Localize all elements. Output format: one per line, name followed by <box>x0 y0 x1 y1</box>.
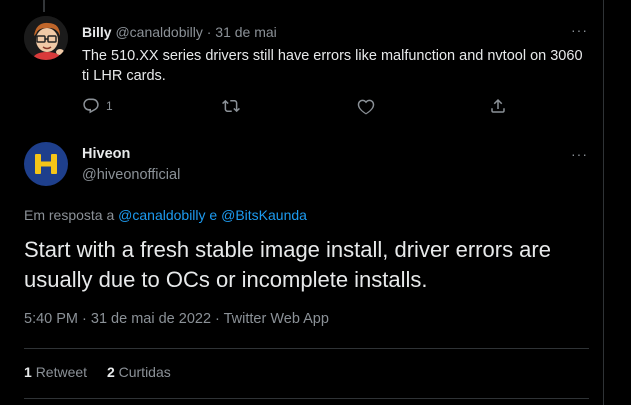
author-handle[interactable]: @canaldobilly <box>115 24 202 40</box>
retweet-count: 1 <box>24 364 32 380</box>
like-count: 2 <box>106 364 115 380</box>
reply-conjunction: e <box>209 207 218 223</box>
reply-prefix: Em resposta a <box>24 207 115 223</box>
previous-tweet-text: The 510.XX series drivers still have err… <box>82 48 583 84</box>
thread-connector-line <box>43 0 45 12</box>
avatar-hiveon[interactable] <box>24 142 68 186</box>
reply-button[interactable]: 1 <box>82 97 113 115</box>
previous-tweet[interactable]: Billy @canaldobilly · 31 de mai ··· The … <box>0 0 603 130</box>
author-handle[interactable]: @hiveonofficial <box>82 167 180 183</box>
likes-stat[interactable]: 2 Curtidas <box>107 364 187 380</box>
like-label: Curtidas <box>118 364 171 380</box>
tweet-date[interactable]: 31 de mai <box>215 24 276 40</box>
avatar-billy[interactable] <box>24 16 68 60</box>
retweet-label: Retweet <box>35 364 88 380</box>
mention-link[interactable]: @BitsKaunda <box>221 207 307 223</box>
reply-count: 1 <box>106 99 113 113</box>
divider <box>24 398 589 399</box>
divider <box>24 348 589 349</box>
cartoon-avatar-icon <box>24 16 68 60</box>
retweet-icon <box>222 99 240 113</box>
header-separator: · <box>206 24 212 40</box>
like-button[interactable] <box>357 97 375 115</box>
retweet-button[interactable] <box>222 97 240 115</box>
share-icon <box>491 98 505 113</box>
tweet-thread: Billy @canaldobilly · 31 de mai ··· The … <box>0 0 631 405</box>
author-name[interactable]: Billy <box>82 24 112 40</box>
tweet-metadata[interactable]: 5:40 PM · 31 de mai de 2022 · Twitter We… <box>24 311 329 327</box>
retweets-stat[interactable]: 1 Retweet <box>24 364 107 380</box>
author-name[interactable]: Hiveon <box>82 146 130 162</box>
column-border <box>603 0 604 405</box>
hiveon-logo-icon <box>35 154 57 174</box>
mention-link[interactable]: @canaldobilly <box>118 207 205 223</box>
tweet-stats: 1 Retweet 2 Curtidas <box>24 364 187 380</box>
more-options-button[interactable]: ··· <box>571 22 588 38</box>
tweet-text: Start with a fresh stable image install,… <box>24 237 551 292</box>
tweet-actions: 1 <box>82 97 522 119</box>
previous-tweet-header: Billy @canaldobilly · 31 de mai <box>82 24 277 40</box>
more-options-button[interactable]: ··· <box>571 146 588 162</box>
reply-context: Em resposta a @canaldobilly e @BitsKaund… <box>24 207 307 223</box>
like-icon <box>357 99 375 115</box>
reply-icon <box>83 98 99 114</box>
share-button[interactable] <box>489 97 507 115</box>
